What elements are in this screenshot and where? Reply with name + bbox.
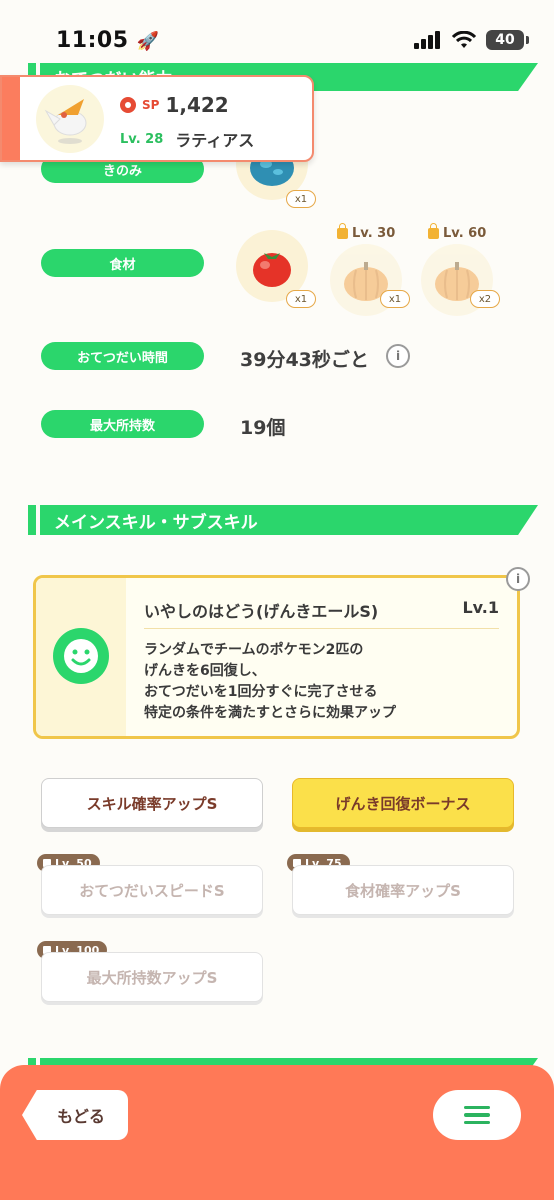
pokemon-name: ラティアス	[175, 131, 255, 150]
capacity-value: 19個	[240, 417, 286, 439]
help-time-info-button[interactable]: i	[386, 344, 410, 368]
help-time-value: 39分43秒ごと	[240, 349, 369, 371]
smile-icon	[53, 628, 109, 684]
help-time-label: おてつだい時間	[41, 342, 204, 370]
sp-row: SP 1,422	[120, 93, 229, 117]
status-icons: 40	[414, 30, 529, 50]
signal-icon	[414, 31, 440, 49]
ingredient-lock-3: Lv. 60	[428, 223, 486, 241]
menu-icon-line	[464, 1113, 490, 1117]
sub-skill-button-3[interactable]: おてつだいスピードS	[41, 865, 263, 915]
skills-section-header: メインスキル・サブスキル	[40, 505, 538, 535]
info-icon: i	[515, 572, 521, 586]
ingredient-lock-2: Lv. 30	[337, 223, 395, 241]
menu-icon	[464, 1105, 490, 1110]
sub-skill-button-5[interactable]: 最大所持数アップS	[41, 952, 263, 1002]
info-icon: i	[395, 349, 401, 363]
sp-icon	[120, 97, 136, 113]
sub-skill-button-1[interactable]: スキル確率アップS	[41, 778, 263, 828]
main-skill-card[interactable]: いやしのはどう(げんきエールS) Lv.1 ランダムでチームのポケモン2匹の げ…	[33, 575, 520, 739]
skills-section-stripe	[28, 505, 36, 535]
lock-icon	[337, 223, 348, 239]
status-time: 11:05 🚀	[56, 28, 160, 53]
back-button[interactable]: もどる	[22, 1090, 128, 1140]
pokemon-level: Lv. 28	[120, 131, 164, 147]
menu-button[interactable]	[433, 1090, 521, 1140]
main-skill-name: いやしのはどう(げんきエールS)	[144, 602, 379, 621]
berry-qty: x1	[286, 190, 316, 208]
lock-icon	[428, 223, 439, 239]
pokemon-avatar	[36, 85, 104, 153]
ingredient-qty-3: x2	[470, 290, 500, 308]
main-skill-description: ランダムでチームのポケモン2匹の げんきを6回復し、 おてつだいを1回分すぐに完…	[144, 642, 396, 721]
rocket-icon: 🚀	[136, 31, 160, 52]
sp-label: SP	[142, 98, 160, 112]
main-skill-info-button[interactable]: i	[506, 567, 530, 591]
latias-icon	[44, 99, 87, 144]
menu-icon-line	[464, 1120, 490, 1125]
wifi-icon	[452, 31, 476, 48]
ingredient-qty-1: x1	[286, 290, 316, 308]
sub-skill-button-2[interactable]: げんき回復ボーナス	[292, 778, 514, 828]
battery-indicator: 40	[486, 30, 529, 50]
pokemon-summary-card[interactable]: SP 1,422 Lv. 28 ラティアス	[0, 75, 314, 162]
sub-skill-button-4[interactable]: 食材確率アップS	[292, 865, 514, 915]
main-skill-level: Lv.1	[462, 598, 499, 617]
level-name-row: Lv. 28 ラティアス	[120, 127, 254, 151]
ingredient-qty-2: x1	[380, 290, 410, 308]
main-skill-divider	[144, 628, 499, 629]
card-accent-stripe	[2, 77, 20, 160]
capacity-label: 最大所持数	[41, 410, 204, 438]
sp-value: 1,422	[165, 93, 229, 117]
ingredient-label: 食材	[41, 249, 204, 277]
